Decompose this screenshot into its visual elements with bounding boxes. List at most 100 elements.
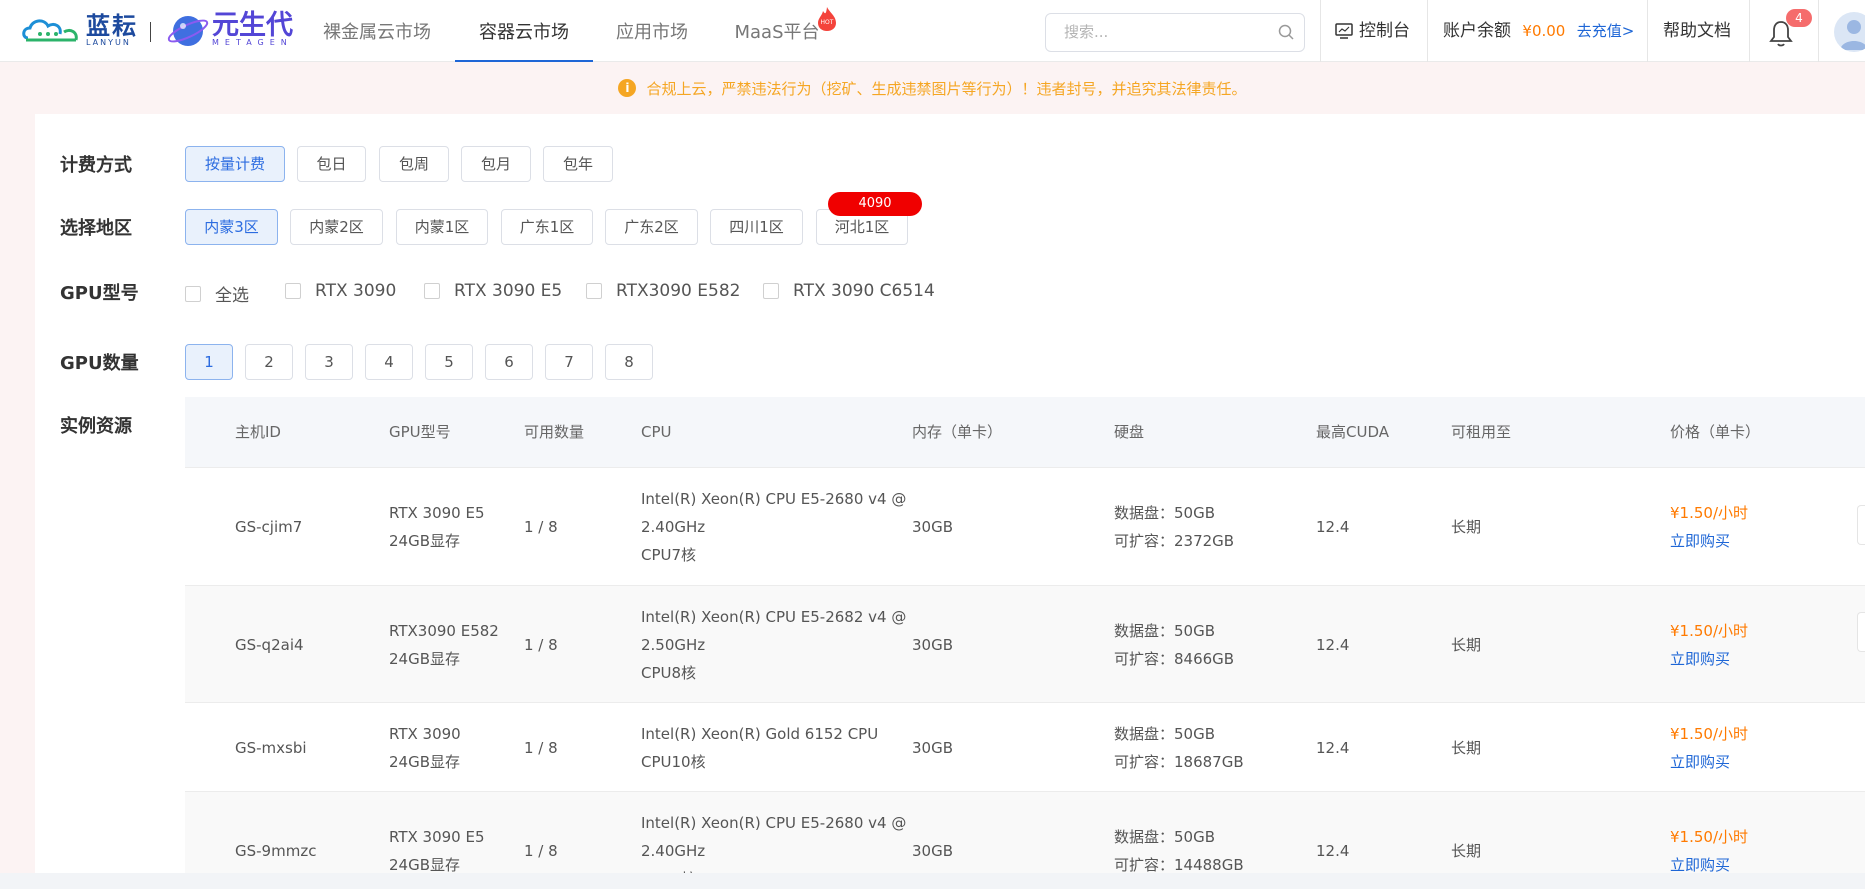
rent-until: 长期 xyxy=(1451,518,1482,536)
price: ¥1.50/小时 xyxy=(1670,725,1748,743)
cpu-model: Intel(R) Xeon(R) CPU E5-2680 v4 @ xyxy=(641,814,907,832)
gpu-count-option[interactable]: 6 xyxy=(485,344,533,380)
tab-bare-metal-market[interactable]: 裸金属云市场 xyxy=(316,0,438,62)
data-disk: 数据盘：50GB xyxy=(1114,828,1216,846)
checkbox[interactable] xyxy=(424,283,440,299)
gpu-count-option[interactable]: 8 xyxy=(605,344,653,380)
region-option-sichuan-1[interactable]: 四川1区 xyxy=(710,209,803,245)
cpu-model-cont: 2.40GHz xyxy=(641,518,706,536)
expandable-disk: 可扩容：2372GB xyxy=(1114,532,1235,550)
tab-container-cloud-market[interactable]: 容器云市场 xyxy=(455,0,593,62)
region-option-guangdong-2[interactable]: 广东2区 xyxy=(605,209,698,245)
gpu-model-option-label: RTX 3090 xyxy=(315,281,397,301)
gpu-count-option[interactable]: 5 xyxy=(425,344,473,380)
gpu-count-label: GPU数量 xyxy=(60,353,139,374)
data-disk: 数据盘：50GB xyxy=(1114,504,1216,522)
billing-option-yearly[interactable]: 包年 xyxy=(543,146,613,182)
price: ¥1.50/小时 xyxy=(1670,622,1748,640)
max-cuda: 12.4 xyxy=(1316,518,1350,536)
logo-title-cn: 蓝耘 xyxy=(86,12,138,40)
gpu-vram: 24GB显存 xyxy=(389,650,461,668)
gpu-model-option-label: RTX3090 E582 xyxy=(616,281,741,301)
search-box[interactable] xyxy=(1045,13,1305,52)
console-link[interactable]: 控制台 xyxy=(1335,0,1410,62)
checkbox[interactable] xyxy=(285,283,301,299)
header-divider xyxy=(1427,0,1428,62)
price: ¥1.50/小时 xyxy=(1670,828,1748,846)
col-header-cpu: CPU xyxy=(641,423,672,441)
table-row: GS-mxsbi RTX 3090 24GB显存 1 / 8 Intel(R) … xyxy=(185,702,1865,791)
memory: 30GB xyxy=(912,636,954,654)
gpu-count-option[interactable]: 4 xyxy=(365,344,413,380)
max-cuda: 12.4 xyxy=(1316,842,1350,860)
region-option-neimeng-2[interactable]: 内蒙2区 xyxy=(290,209,383,245)
gpu-vram: 24GB显存 xyxy=(389,532,461,550)
logo-divider xyxy=(150,22,151,42)
gpu-count-option[interactable]: 3 xyxy=(305,344,353,380)
gpu-count-option[interactable]: 2 xyxy=(245,344,293,380)
host-id: GS-9mmzc xyxy=(235,842,317,860)
gpu-count-option[interactable]: 7 xyxy=(545,344,593,380)
tab-app-market[interactable]: 应用市场 xyxy=(610,0,694,62)
side-float-tab[interactable] xyxy=(1857,505,1865,545)
recharge-link[interactable]: 去充值> xyxy=(1577,22,1635,40)
memory: 30GB xyxy=(912,739,954,757)
help-docs-link[interactable]: 帮助文档 xyxy=(1663,0,1731,62)
balance-value: ¥0.00 xyxy=(1522,22,1566,40)
logo2-title-cn: 元生代 xyxy=(212,10,293,41)
region-option-guangdong-1[interactable]: 广东1区 xyxy=(501,209,593,245)
col-header-gpu-model: GPU型号 xyxy=(389,423,451,441)
rent-until: 长期 xyxy=(1451,636,1482,654)
metagen-logo[interactable]: 元生代 METAGEN xyxy=(166,10,293,52)
side-float-tab[interactable] xyxy=(1857,612,1865,652)
col-header-memory: 内存（单卡） xyxy=(912,423,1003,441)
user-icon xyxy=(1840,20,1865,50)
balance-label: 账户余额 xyxy=(1443,21,1511,41)
region-gpu-badge: 4090 xyxy=(828,192,922,216)
gpu-model-select-all[interactable]: 全选 xyxy=(185,281,249,306)
available-count: 1 / 8 xyxy=(524,739,558,757)
compliance-notice: i 合规上云，严禁违法行为（挖矿、生成违禁图片等行为）！违者封号，并追究其法律责… xyxy=(0,62,1865,114)
gpu-model-rtx-3090[interactable]: RTX 3090 xyxy=(285,281,396,301)
instance-resources-label: 实例资源 xyxy=(60,416,132,437)
hot-flame-icon: HOT xyxy=(818,7,836,31)
gpu-model-rtx3090-e582[interactable]: RTX3090 E582 xyxy=(586,281,740,301)
host-id: GS-mxsbi xyxy=(235,739,307,757)
region-option-neimeng-1[interactable]: 内蒙1区 xyxy=(396,209,488,245)
search-icon[interactable] xyxy=(1278,24,1294,40)
data-disk: 数据盘：50GB xyxy=(1114,622,1216,640)
buy-now-link[interactable]: 立即购买 xyxy=(1670,748,1730,776)
col-header-host-id: 主机ID xyxy=(235,423,281,441)
max-cuda: 12.4 xyxy=(1316,636,1350,654)
lanyun-logo[interactable]: 蓝耘 LANYUN xyxy=(20,10,138,52)
table-header: 主机ID GPU型号 可用数量 CPU 内存（单卡） 硬盘 最高CUDA 可租用… xyxy=(185,397,1865,467)
monitor-icon xyxy=(1335,23,1353,39)
gpu-model-option-label: RTX 3090 E5 xyxy=(454,281,563,301)
gpu-model-rtx-3090-c6514[interactable]: RTX 3090 C6514 xyxy=(763,281,935,301)
avatar[interactable] xyxy=(1834,12,1865,52)
col-header-disk: 硬盘 xyxy=(1114,423,1145,441)
host-id: GS-q2ai4 xyxy=(235,636,304,654)
checkbox[interactable] xyxy=(586,283,602,299)
billing-option-daily[interactable]: 包日 xyxy=(297,146,366,182)
expandable-disk: 可扩容：8466GB xyxy=(1114,650,1235,668)
gpu-model-rtx-3090-e5[interactable]: RTX 3090 E5 xyxy=(424,281,562,301)
logo2-title-en: METAGEN xyxy=(212,38,293,47)
cpu-cores: CPU8核 xyxy=(641,664,697,682)
region-option-neimeng-3[interactable]: 内蒙3区 xyxy=(185,209,278,245)
table-row: GS-q2ai4 RTX3090 E582 24GB显存 1 / 8 Intel… xyxy=(185,585,1865,702)
gpu-model: RTX 3090 E5 xyxy=(389,504,485,522)
billing-option-pay-as-you-go[interactable]: 按量计费 xyxy=(185,146,285,182)
search-input[interactable] xyxy=(1064,23,1264,41)
col-header-available: 可用数量 xyxy=(524,423,585,441)
gpu-model: RTX 3090 xyxy=(389,725,461,743)
buy-now-link[interactable]: 立即购买 xyxy=(1670,527,1730,555)
checkbox[interactable] xyxy=(763,283,779,299)
buy-now-link[interactable]: 立即购买 xyxy=(1670,645,1730,673)
tab-maas-platform[interactable]: MaaS平台 xyxy=(732,0,822,62)
billing-option-monthly[interactable]: 包月 xyxy=(461,146,531,182)
gpu-count-option[interactable]: 1 xyxy=(185,344,233,380)
available-count: 1 / 8 xyxy=(524,518,558,536)
billing-option-weekly[interactable]: 包周 xyxy=(379,146,449,182)
checkbox[interactable] xyxy=(185,285,201,302)
